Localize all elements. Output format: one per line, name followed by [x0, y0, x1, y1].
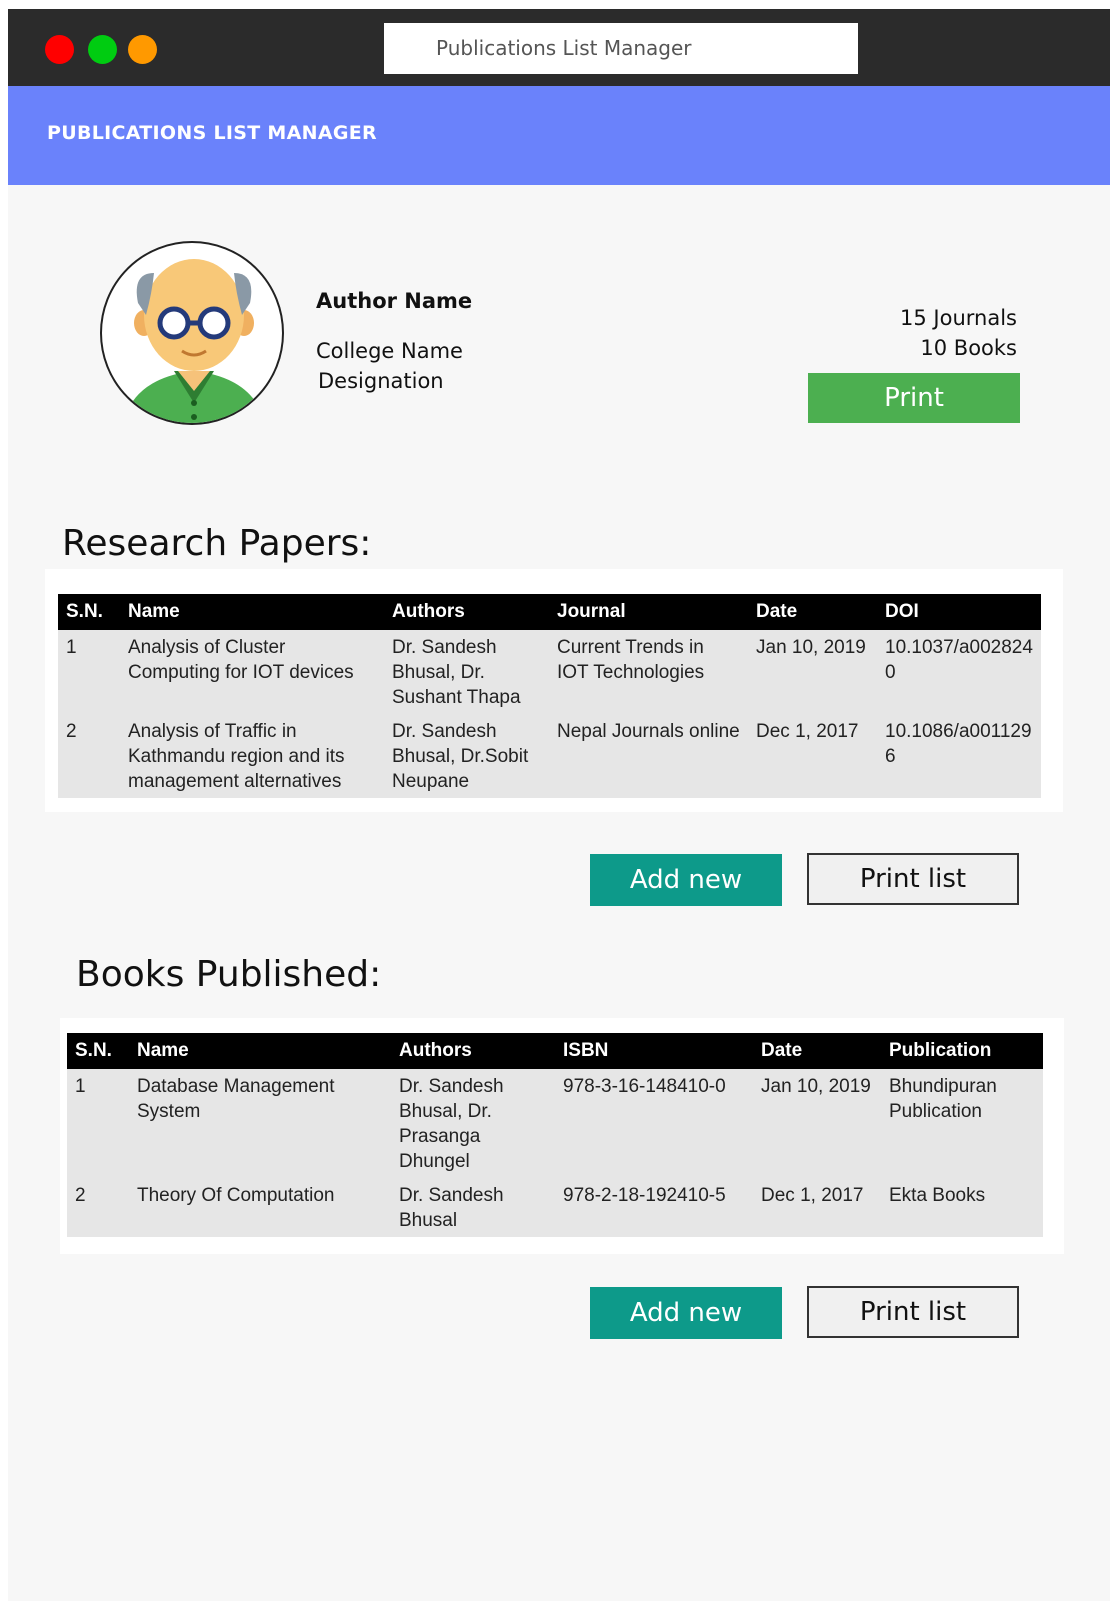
- print-research-list-button[interactable]: Print list: [807, 853, 1019, 905]
- research-papers-card: S.N. Name Authors Journal Date DOI 1 Ana…: [45, 569, 1063, 812]
- column-header[interactable]: Publication: [881, 1033, 1043, 1069]
- cell-doi: 10.1086/a0011296: [885, 721, 1032, 767]
- app-title: PUBLICATIONS LIST MANAGER: [47, 122, 377, 144]
- cell-sn: 1: [66, 637, 77, 658]
- column-header[interactable]: Authors: [391, 1033, 555, 1069]
- cell-date: Dec 1, 2017: [761, 1185, 864, 1206]
- close-window-button[interactable]: [45, 35, 74, 64]
- books-published-card: S.N. Name Authors ISBN Date Publication …: [60, 1018, 1064, 1254]
- column-header[interactable]: Date: [748, 594, 877, 630]
- journals-count: 15 Journals: [900, 306, 1017, 330]
- avatar-illustration: [123, 259, 265, 423]
- cell-name: Theory Of Computation: [137, 1185, 335, 1206]
- books-count: 10 Books: [920, 336, 1017, 360]
- designation: Designation: [318, 369, 444, 393]
- cell-authors: Dr. Sandesh Bhusal, Dr. Sushant Thapa: [392, 637, 521, 708]
- title-bar: Publications List Manager: [8, 9, 1110, 86]
- cell-sn: 2: [66, 721, 77, 742]
- print-profile-button[interactable]: Print: [808, 373, 1020, 423]
- column-header[interactable]: S.N.: [58, 594, 120, 630]
- cell-date: Jan 10, 2019: [756, 637, 866, 658]
- cell-journal: Nepal Journals online: [557, 721, 740, 742]
- cell-doi: 10.1037/a0028240: [885, 637, 1033, 683]
- minimize-window-button[interactable]: [128, 35, 157, 64]
- author-name: Author Name: [316, 289, 473, 313]
- cell-sn: 1: [75, 1076, 86, 1097]
- cell-authors: Dr. Sandesh Bhusal: [399, 1185, 504, 1231]
- column-header[interactable]: Journal: [549, 594, 748, 630]
- app-window: Publications List Manager PUBLICATIONS L…: [8, 9, 1110, 1601]
- table-row[interactable]: 1 Analysis of Cluster Computing for IOT …: [58, 630, 1041, 714]
- column-header[interactable]: S.N.: [67, 1033, 129, 1069]
- column-header[interactable]: ISBN: [555, 1033, 753, 1069]
- cell-authors: Dr. Sandesh Bhusal, Dr.Sobit Neupane: [392, 721, 529, 792]
- cell-sn: 2: [75, 1185, 86, 1206]
- cell-name: Database Management System: [137, 1076, 335, 1122]
- cell-authors: Dr. Sandesh Bhusal, Dr. Prasanga Dhungel: [399, 1076, 504, 1172]
- table-row[interactable]: 2 Analysis of Traffic in Kathmandu regio…: [58, 714, 1041, 798]
- research-papers-heading: Research Papers:: [62, 523, 372, 564]
- column-header[interactable]: Name: [120, 594, 384, 630]
- cell-isbn: 978-3-16-148410-0: [563, 1076, 726, 1097]
- column-header[interactable]: DOI: [877, 594, 1041, 630]
- table-header-row: S.N. Name Authors ISBN Date Publication: [67, 1033, 1043, 1069]
- column-header[interactable]: Date: [753, 1033, 881, 1069]
- author-avatar: [100, 241, 284, 425]
- cell-publication: Ekta Books: [889, 1185, 986, 1206]
- table-row[interactable]: 2 Theory Of Computation Dr. Sandesh Bhus…: [67, 1178, 1043, 1237]
- maximize-window-button[interactable]: [88, 35, 117, 64]
- table-header-row: S.N. Name Authors Journal Date DOI: [58, 594, 1041, 630]
- add-book-button[interactable]: Add new: [590, 1287, 782, 1339]
- add-research-paper-button[interactable]: Add new: [590, 854, 782, 906]
- app-header: PUBLICATIONS LIST MANAGER: [8, 86, 1110, 185]
- cell-date: Dec 1, 2017: [756, 721, 859, 742]
- table-row[interactable]: 1 Database Management System Dr. Sandesh…: [67, 1069, 1043, 1178]
- cell-publication: Bhundipuran Publication: [889, 1076, 997, 1122]
- cell-name: Analysis of Cluster Computing for IOT de…: [128, 637, 354, 683]
- research-papers-table: S.N. Name Authors Journal Date DOI 1 Ana…: [58, 594, 1041, 798]
- college-name: College Name: [316, 339, 463, 363]
- address-bar[interactable]: Publications List Manager: [384, 23, 858, 74]
- print-books-list-button[interactable]: Print list: [807, 1286, 1019, 1338]
- cell-name: Analysis of Traffic in Kathmandu region …: [128, 721, 345, 792]
- cell-isbn: 978-2-18-192410-5: [563, 1185, 726, 1206]
- cell-journal: Current Trends in IOT Technologies: [557, 637, 705, 683]
- cell-date: Jan 10, 2019: [761, 1076, 871, 1097]
- column-header[interactable]: Authors: [384, 594, 549, 630]
- column-header[interactable]: Name: [129, 1033, 391, 1069]
- books-published-heading: Books Published:: [76, 954, 382, 995]
- books-published-table: S.N. Name Authors ISBN Date Publication …: [67, 1033, 1043, 1237]
